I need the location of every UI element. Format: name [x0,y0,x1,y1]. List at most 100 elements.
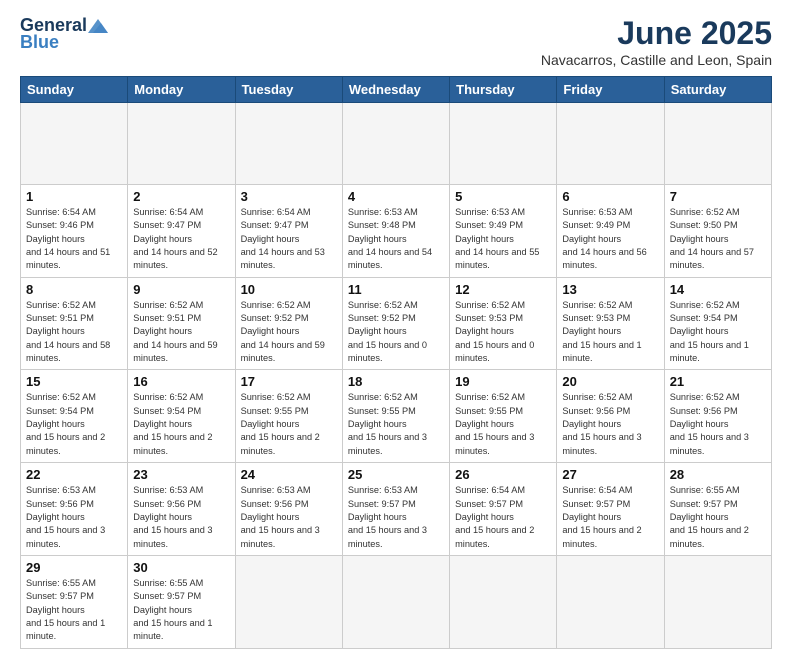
col-friday: Friday [557,77,664,103]
calendar-cell [664,555,771,648]
day-number: 7 [670,189,766,204]
col-thursday: Thursday [450,77,557,103]
title-block: June 2025 Navacarros, Castille and Leon,… [541,15,772,68]
day-detail: Sunrise: 6:52 AMSunset: 9:54 PMDaylight … [133,392,212,455]
day-number: 25 [348,467,444,482]
calendar-cell: 14 Sunrise: 6:52 AMSunset: 9:54 PMDaylig… [664,277,771,370]
day-detail: Sunrise: 6:53 AMSunset: 9:56 PMDaylight … [133,485,212,548]
day-detail: Sunrise: 6:52 AMSunset: 9:53 PMDaylight … [455,300,534,363]
calendar-table: Sunday Monday Tuesday Wednesday Thursday… [20,76,772,649]
calendar-cell [664,103,771,185]
calendar-cell [557,555,664,648]
subtitle: Navacarros, Castille and Leon, Spain [541,52,772,68]
day-detail: Sunrise: 6:52 AMSunset: 9:56 PMDaylight … [562,392,641,455]
day-detail: Sunrise: 6:52 AMSunset: 9:50 PMDaylight … [670,207,754,270]
calendar-cell: 15 Sunrise: 6:52 AMSunset: 9:54 PMDaylig… [21,370,128,463]
day-number: 29 [26,560,122,575]
calendar-cell: 29 Sunrise: 6:55 AMSunset: 9:57 PMDaylig… [21,555,128,648]
day-detail: Sunrise: 6:55 AMSunset: 9:57 PMDaylight … [670,485,749,548]
day-number: 11 [348,282,444,297]
calendar-cell: 7 Sunrise: 6:52 AMSunset: 9:50 PMDayligh… [664,185,771,278]
day-detail: Sunrise: 6:53 AMSunset: 9:49 PMDaylight … [562,207,646,270]
day-number: 6 [562,189,658,204]
calendar-cell: 1 Sunrise: 6:54 AMSunset: 9:46 PMDayligh… [21,185,128,278]
calendar-cell: 19 Sunrise: 6:52 AMSunset: 9:55 PMDaylig… [450,370,557,463]
calendar-cell: 25 Sunrise: 6:53 AMSunset: 9:57 PMDaylig… [342,463,449,556]
col-wednesday: Wednesday [342,77,449,103]
calendar-cell [342,555,449,648]
calendar-cell [342,103,449,185]
calendar-cell: 20 Sunrise: 6:52 AMSunset: 9:56 PMDaylig… [557,370,664,463]
calendar-cell [450,555,557,648]
day-detail: Sunrise: 6:53 AMSunset: 9:49 PMDaylight … [455,207,539,270]
calendar-cell: 6 Sunrise: 6:53 AMSunset: 9:49 PMDayligh… [557,185,664,278]
day-number: 13 [562,282,658,297]
calendar-cell [128,103,235,185]
page: General Blue June 2025 Navacarros, Casti… [0,0,792,612]
calendar-cell: 13 Sunrise: 6:52 AMSunset: 9:53 PMDaylig… [557,277,664,370]
calendar-cell: 2 Sunrise: 6:54 AMSunset: 9:47 PMDayligh… [128,185,235,278]
header: General Blue June 2025 Navacarros, Casti… [20,15,772,68]
day-number: 15 [26,374,122,389]
calendar-week-row: 8 Sunrise: 6:52 AMSunset: 9:51 PMDayligh… [21,277,772,370]
day-detail: Sunrise: 6:52 AMSunset: 9:54 PMDaylight … [670,300,749,363]
calendar-cell: 16 Sunrise: 6:52 AMSunset: 9:54 PMDaylig… [128,370,235,463]
day-number: 26 [455,467,551,482]
col-tuesday: Tuesday [235,77,342,103]
day-detail: Sunrise: 6:53 AMSunset: 9:56 PMDaylight … [26,485,105,548]
day-detail: Sunrise: 6:52 AMSunset: 9:52 PMDaylight … [348,300,427,363]
day-number: 18 [348,374,444,389]
day-number: 16 [133,374,229,389]
calendar-week-row: 29 Sunrise: 6:55 AMSunset: 9:57 PMDaylig… [21,555,772,648]
day-detail: Sunrise: 6:53 AMSunset: 9:48 PMDaylight … [348,207,432,270]
col-monday: Monday [128,77,235,103]
day-number: 12 [455,282,551,297]
day-detail: Sunrise: 6:52 AMSunset: 9:51 PMDaylight … [26,300,110,363]
calendar-cell [21,103,128,185]
day-detail: Sunrise: 6:54 AMSunset: 9:46 PMDaylight … [26,207,110,270]
day-number: 28 [670,467,766,482]
day-number: 3 [241,189,337,204]
col-sunday: Sunday [21,77,128,103]
day-detail: Sunrise: 6:54 AMSunset: 9:47 PMDaylight … [133,207,217,270]
day-number: 24 [241,467,337,482]
calendar-cell: 11 Sunrise: 6:52 AMSunset: 9:52 PMDaylig… [342,277,449,370]
calendar-week-row: 22 Sunrise: 6:53 AMSunset: 9:56 PMDaylig… [21,463,772,556]
logo-icon [88,19,108,33]
calendar-week-row: 1 Sunrise: 6:54 AMSunset: 9:46 PMDayligh… [21,185,772,278]
day-detail: Sunrise: 6:52 AMSunset: 9:51 PMDaylight … [133,300,217,363]
calendar-cell: 30 Sunrise: 6:55 AMSunset: 9:57 PMDaylig… [128,555,235,648]
day-number: 1 [26,189,122,204]
calendar-cell [450,103,557,185]
calendar-cell: 26 Sunrise: 6:54 AMSunset: 9:57 PMDaylig… [450,463,557,556]
day-detail: Sunrise: 6:53 AMSunset: 9:57 PMDaylight … [348,485,427,548]
day-detail: Sunrise: 6:54 AMSunset: 9:57 PMDaylight … [562,485,641,548]
calendar-cell: 27 Sunrise: 6:54 AMSunset: 9:57 PMDaylig… [557,463,664,556]
day-number: 23 [133,467,229,482]
day-number: 20 [562,374,658,389]
col-saturday: Saturday [664,77,771,103]
day-number: 19 [455,374,551,389]
day-number: 30 [133,560,229,575]
day-number: 27 [562,467,658,482]
calendar-cell: 4 Sunrise: 6:53 AMSunset: 9:48 PMDayligh… [342,185,449,278]
calendar-cell [557,103,664,185]
calendar-cell: 24 Sunrise: 6:53 AMSunset: 9:56 PMDaylig… [235,463,342,556]
day-detail: Sunrise: 6:52 AMSunset: 9:52 PMDaylight … [241,300,325,363]
calendar-cell: 8 Sunrise: 6:52 AMSunset: 9:51 PMDayligh… [21,277,128,370]
calendar-cell: 5 Sunrise: 6:53 AMSunset: 9:49 PMDayligh… [450,185,557,278]
main-title: June 2025 [541,15,772,52]
day-detail: Sunrise: 6:52 AMSunset: 9:56 PMDaylight … [670,392,749,455]
day-number: 10 [241,282,337,297]
day-detail: Sunrise: 6:52 AMSunset: 9:53 PMDaylight … [562,300,641,363]
calendar-cell: 12 Sunrise: 6:52 AMSunset: 9:53 PMDaylig… [450,277,557,370]
day-detail: Sunrise: 6:52 AMSunset: 9:54 PMDaylight … [26,392,105,455]
day-detail: Sunrise: 6:52 AMSunset: 9:55 PMDaylight … [241,392,320,455]
day-detail: Sunrise: 6:53 AMSunset: 9:56 PMDaylight … [241,485,320,548]
calendar-header-row: Sunday Monday Tuesday Wednesday Thursday… [21,77,772,103]
day-number: 22 [26,467,122,482]
calendar-cell: 17 Sunrise: 6:52 AMSunset: 9:55 PMDaylig… [235,370,342,463]
day-number: 17 [241,374,337,389]
day-number: 5 [455,189,551,204]
day-detail: Sunrise: 6:54 AMSunset: 9:57 PMDaylight … [455,485,534,548]
